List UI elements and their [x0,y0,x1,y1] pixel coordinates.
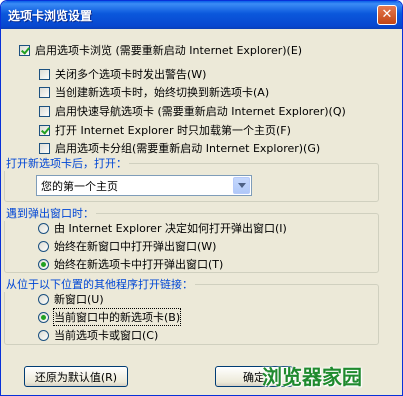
warn-closing-tabs-label: 关闭多个选项卡时发出警告(W) [55,68,207,81]
checkbox-icon[interactable] [39,68,50,80]
popup-ie-decides-radio[interactable]: 由 Internet Explorer 决定如何打开弹出窗口(I) [38,220,287,236]
watermark-logo: 浏览器家园 [262,365,362,389]
radio-selected-icon[interactable] [38,311,49,323]
radio-icon[interactable] [38,240,49,252]
chevron-down-icon[interactable] [233,177,250,194]
load-first-home-page-checkbox[interactable]: 打开 Internet Explorer 时只加载第一个主页(F) [39,122,291,138]
switch-to-new-tab-checkbox[interactable]: 当创建新选项卡时，始终切换到新选项卡(A) [39,84,269,100]
restore-defaults-button[interactable]: 还原为默认值(R) [24,366,128,387]
close-icon: ✕ [381,7,393,22]
tab-groups-label: 启用选项卡分组(需要重新启动 Internet Explorer)(G) [55,142,321,155]
link-new-window-radio[interactable]: 新窗口(U) [38,291,104,307]
restore-defaults-label: 还原为默认值(R) [34,370,118,384]
link-new-tab-current-window-radio[interactable]: 当前窗口中的新选项卡(B) [38,308,182,326]
link-new-tab-current-window-label: 当前窗口中的新选项卡(B) [52,308,182,326]
radio-selected-icon[interactable] [38,258,49,270]
popup-new-window-label: 始终在新窗口中打开弹出窗口(W) [54,240,217,253]
checkbox-checked-icon[interactable] [19,44,30,56]
new-tab-page-selected-value: 您的第一个主页 [41,179,118,193]
warn-closing-tabs-checkbox[interactable]: 关闭多个选项卡时发出警告(W) [39,66,206,82]
link-current-tab-radio[interactable]: 当前选项卡或窗口(C) [38,327,158,343]
checkbox-icon[interactable] [39,86,50,98]
dialog-body: 启用选项卡浏览 (需要重新启动 Internet Explorer)(E) 关闭… [4,29,399,393]
popup-new-tab-radio[interactable]: 始终在新选项卡中打开弹出窗口(T) [38,256,223,272]
new-tab-page-select[interactable]: 您的第一个主页 [36,175,252,196]
checkbox-checked-icon[interactable] [39,124,50,136]
quick-tabs-checkbox[interactable]: 启用快速导航选项卡 (需要重新启动 Internet Explorer)(Q) [39,103,346,119]
close-button[interactable]: ✕ [377,5,397,25]
popup-ie-decides-label: 由 Internet Explorer 决定如何打开弹出窗口(I) [54,222,287,235]
popup-new-tab-label: 始终在新选项卡中打开弹出窗口(T) [54,258,224,271]
load-first-home-page-label: 打开 Internet Explorer 时只加载第一个主页(F) [55,124,291,137]
checkbox-icon[interactable] [39,142,50,154]
title-bar[interactable]: 选项卡浏览设置 ✕ [1,1,402,29]
enable-tabbed-browsing-checkbox[interactable]: 启用选项卡浏览 (需要重新启动 Internet Explorer)(E) [19,42,302,58]
new-tab-group-title: 打开新选项卡后，打开： [4,155,129,171]
popup-new-window-radio[interactable]: 始终在新窗口中打开弹出窗口(W) [38,238,216,254]
link-current-tab-label: 当前选项卡或窗口(C) [54,329,159,342]
dialog-window: 选项卡浏览设置 ✕ 启用选项卡浏览 (需要重新启动 Internet Explo… [0,0,403,396]
checkbox-icon[interactable] [39,105,50,117]
radio-icon[interactable] [38,293,49,305]
tab-groups-checkbox[interactable]: 启用选项卡分组(需要重新启动 Internet Explorer)(G) [39,140,320,156]
radio-icon[interactable] [38,329,49,341]
quick-tabs-label: 启用快速导航选项卡 (需要重新启动 Internet Explorer)(Q) [55,105,346,118]
switch-to-new-tab-label: 当创建新选项卡时，始终切换到新选项卡(A) [55,86,270,99]
enable-tabbed-browsing-label: 启用选项卡浏览 (需要重新启动 Internet Explorer)(E) [35,44,303,57]
popup-group-title: 遇到弹出窗口时： [4,205,96,221]
window-title: 选项卡浏览设置 [8,9,93,23]
radio-icon[interactable] [38,222,49,234]
external-links-group-title: 从位于以下位置的其他程序打开链接： [4,276,195,292]
link-new-window-label: 新窗口(U) [54,293,104,306]
